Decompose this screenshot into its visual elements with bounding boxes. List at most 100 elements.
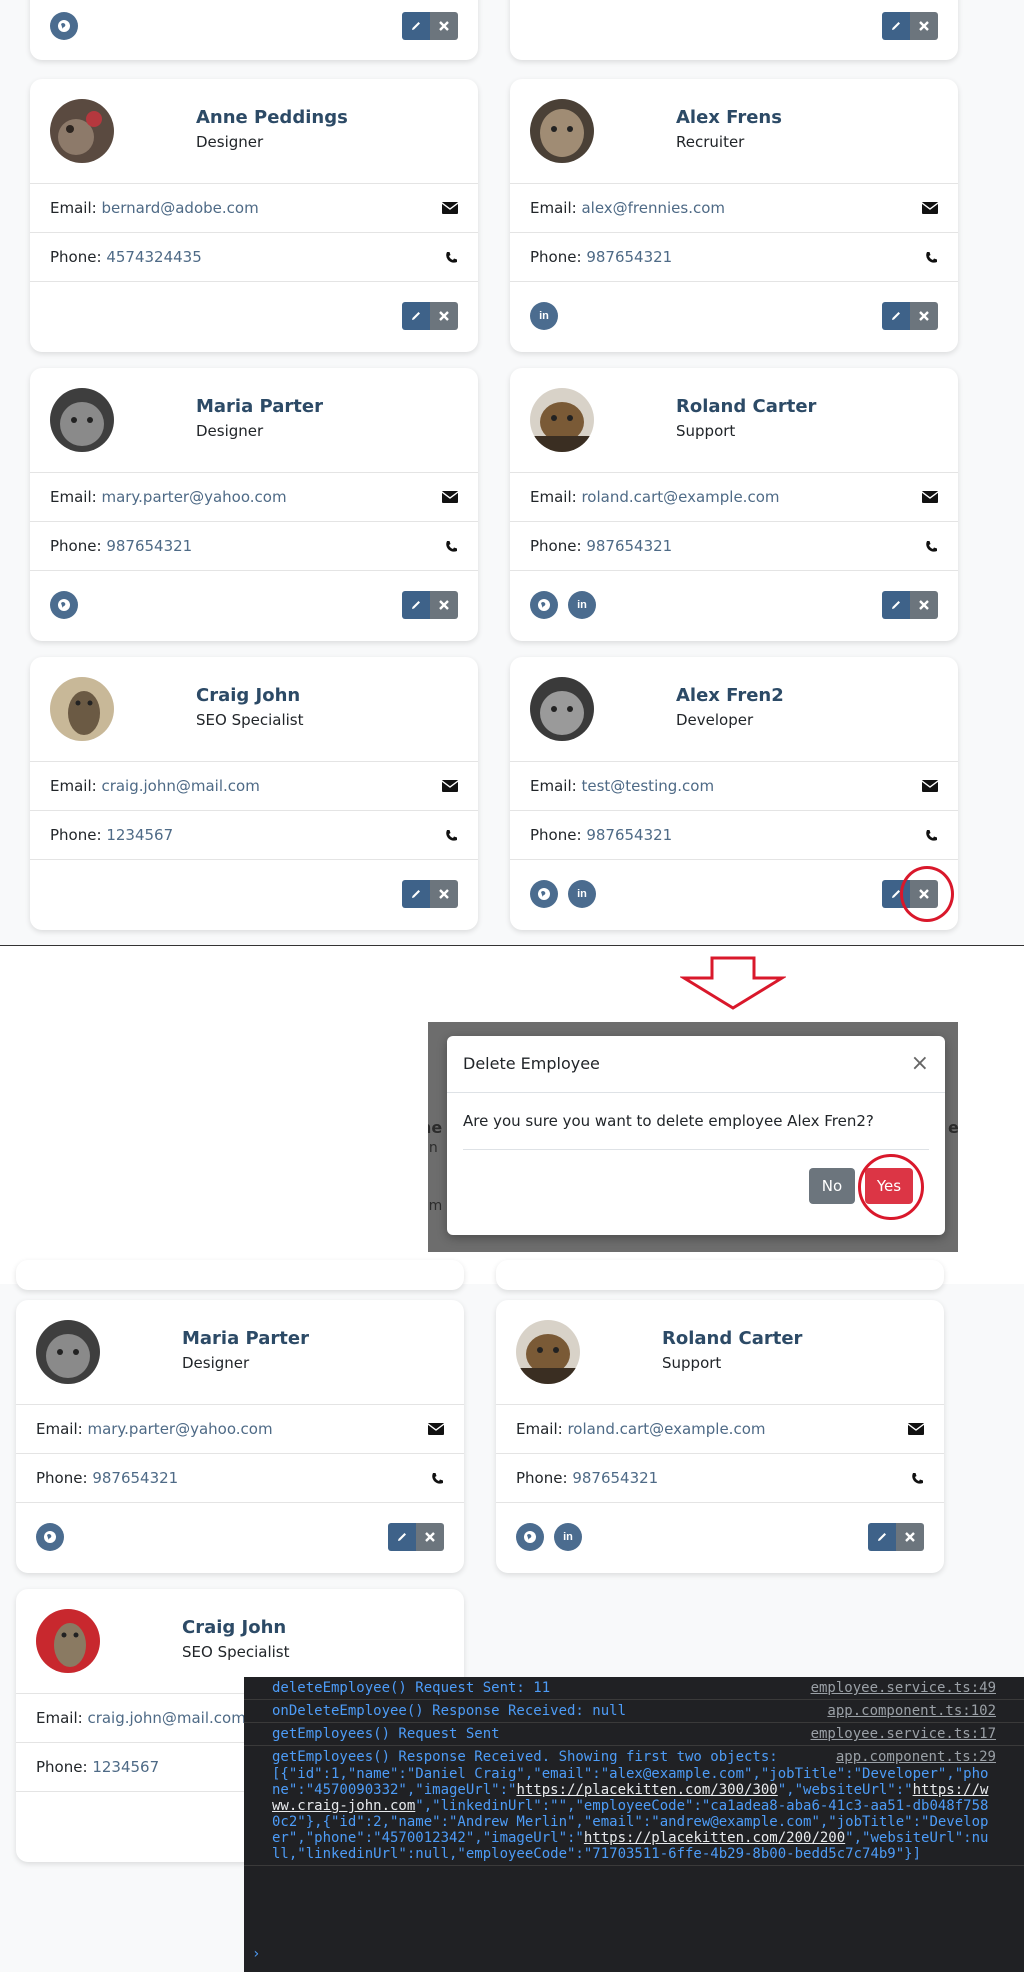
globe-icon[interactable] xyxy=(530,880,558,908)
globe-icon[interactable] xyxy=(50,12,78,40)
delete-button[interactable] xyxy=(910,302,938,330)
delete-button[interactable] xyxy=(430,880,458,908)
employee-grid-before: Anne Peddings Designer Email: bernard@ad… xyxy=(0,0,1024,945)
envelope-icon xyxy=(922,762,938,810)
console-log-line: getEmployees() Response Received. Showin… xyxy=(244,1746,1024,1866)
pencil-icon xyxy=(892,22,900,30)
console-message: getEmployees() Request Sent xyxy=(272,1726,500,1742)
phone-value: 987654321 xyxy=(572,1469,659,1487)
email-row: Email: bernard@adobe.com xyxy=(30,184,478,233)
linkedin-icon[interactable]: in xyxy=(530,302,558,330)
phone-icon xyxy=(445,233,458,281)
linkedin-icon[interactable]: in xyxy=(568,591,596,619)
highlight-circle xyxy=(858,1154,924,1220)
email-value: bernard@adobe.com xyxy=(101,199,259,217)
employee-card-partial xyxy=(30,0,478,60)
email-label: Email: xyxy=(50,777,97,795)
delete-button[interactable] xyxy=(430,591,458,619)
edit-button[interactable] xyxy=(402,591,430,619)
delete-button[interactable] xyxy=(416,1523,444,1551)
avatar xyxy=(36,1609,100,1673)
delete-button[interactable] xyxy=(430,302,458,330)
image-url-link[interactable]: https://placekitten.com/300/300 xyxy=(516,1782,777,1798)
close-icon xyxy=(439,311,449,321)
delete-button[interactable] xyxy=(430,12,458,40)
delete-button[interactable] xyxy=(910,12,938,40)
envelope-icon xyxy=(442,184,458,232)
envelope-icon xyxy=(922,184,938,232)
employee-job-title: Developer xyxy=(676,711,754,729)
highlight-circle xyxy=(900,866,954,922)
phone-label: Phone: xyxy=(530,537,582,555)
image-url-link[interactable]: https://placekitten.com/200/200 xyxy=(584,1830,845,1846)
pencil-icon xyxy=(892,312,900,320)
phone-icon xyxy=(925,522,938,570)
phone-icon xyxy=(925,811,938,859)
no-button[interactable]: No xyxy=(809,1168,855,1204)
employee-card: Roland Carter Support Email: roland.cart… xyxy=(496,1300,944,1573)
close-icon xyxy=(425,1532,435,1542)
linkedin-icon[interactable]: in xyxy=(554,1523,582,1551)
employee-job-title: Designer xyxy=(196,133,264,151)
employee-name: Maria Parter xyxy=(196,396,323,417)
email-value: craig.john@mail.com xyxy=(101,777,260,795)
globe-icon[interactable] xyxy=(36,1523,64,1551)
phone-label: Phone: xyxy=(530,826,582,844)
linkedin-icon[interactable]: in xyxy=(568,880,596,908)
employee-name: Alex Frens xyxy=(676,107,782,128)
edit-button[interactable] xyxy=(882,591,910,619)
delete-button[interactable] xyxy=(896,1523,924,1551)
employee-name: Roland Carter xyxy=(676,396,817,417)
console-source-link[interactable]: employee.service.ts:17 xyxy=(811,1726,996,1742)
employee-name: Craig John xyxy=(182,1617,287,1638)
phone-row: Phone: 987654321 xyxy=(510,233,958,282)
console-message: getEmployees() Response Received. Showin… xyxy=(272,1749,778,1765)
console-object-output: [{"id":1,"name":"Daniel Craig","email":"… xyxy=(272,1766,996,1862)
modal-close-button[interactable]: × xyxy=(911,1050,929,1078)
employee-job-title: Support xyxy=(662,1354,722,1372)
console-prompt[interactable]: › xyxy=(252,1946,260,1962)
phone-value: 987654321 xyxy=(92,1469,179,1487)
employee-name: Alex Fren2 xyxy=(676,685,784,706)
employee-card-partial xyxy=(510,0,958,60)
employee-card-partial xyxy=(496,1260,944,1290)
employee-card: Maria Parter Designer Email: mary.parter… xyxy=(30,368,478,641)
employee-card: Alex Frens Recruiter Email: alex@frennie… xyxy=(510,79,958,352)
edit-button[interactable] xyxy=(882,302,910,330)
employee-name: Anne Peddings xyxy=(196,107,348,128)
edit-button[interactable] xyxy=(402,302,430,330)
avatar xyxy=(50,677,114,741)
employee-card: Anne Peddings Designer Email: bernard@ad… xyxy=(30,79,478,352)
pencil-icon xyxy=(878,1533,886,1541)
employee-card: Roland Carter Support Email: roland.cart… xyxy=(510,368,958,641)
edit-button[interactable] xyxy=(402,12,430,40)
delete-button[interactable] xyxy=(910,591,938,619)
globe-icon[interactable] xyxy=(516,1523,544,1551)
phone-icon xyxy=(445,522,458,570)
avatar xyxy=(530,99,594,163)
employee-card-partial xyxy=(16,1260,464,1290)
employee-job-title: Designer xyxy=(182,1354,250,1372)
edit-button[interactable] xyxy=(868,1523,896,1551)
edit-button[interactable] xyxy=(388,1523,416,1551)
console-source-link[interactable]: employee.service.ts:49 xyxy=(811,1680,996,1696)
email-value: roland.cart@example.com xyxy=(581,488,780,506)
globe-icon[interactable] xyxy=(530,591,558,619)
employee-name: Maria Parter xyxy=(182,1328,309,1349)
phone-value: 987654321 xyxy=(586,826,673,844)
phone-row: Phone: 987654321 xyxy=(496,1454,944,1503)
email-row: Email: craig.john@mail.com xyxy=(30,762,478,811)
avatar xyxy=(516,1320,580,1384)
envelope-icon xyxy=(428,1405,444,1453)
globe-icon[interactable] xyxy=(50,591,78,619)
console-source-link[interactable]: app.component.ts:102 xyxy=(827,1703,996,1719)
edit-button[interactable] xyxy=(882,12,910,40)
console-message: deleteEmployee() Request Sent: 11 xyxy=(272,1680,551,1696)
employee-job-title: Recruiter xyxy=(676,133,745,151)
avatar xyxy=(50,388,114,452)
envelope-icon xyxy=(442,473,458,521)
email-value: craig.john@mail.com xyxy=(87,1709,246,1727)
phone-label: Phone: xyxy=(516,1469,568,1487)
edit-button[interactable] xyxy=(402,880,430,908)
console-source-link[interactable]: app.component.ts:29 xyxy=(836,1749,996,1765)
